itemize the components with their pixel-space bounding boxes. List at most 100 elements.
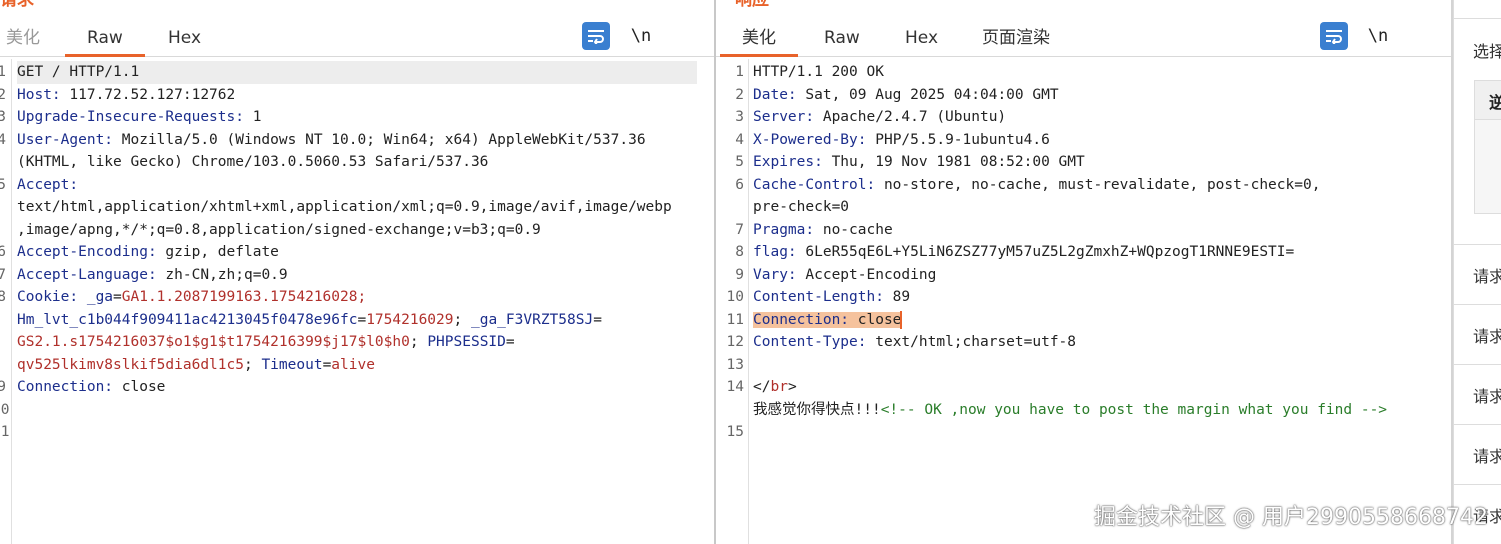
line-text: text/html,application/xhtml+xml,applicat… bbox=[17, 199, 672, 215]
code-line[interactable]: 1 HTTP/1.1 200 OK bbox=[716, 61, 1451, 84]
code-line[interactable]: 7 Accept-Language: zh-CN,zh;q=0.9 bbox=[0, 264, 714, 287]
code-line[interactable]: 11 Connection: close bbox=[716, 309, 1451, 332]
line-number: 4 bbox=[735, 131, 744, 148]
line-number: 15 bbox=[726, 424, 744, 440]
code-line[interactable]: 9 Vary: Accept-Encoding bbox=[716, 264, 1451, 287]
request-tab-pretty[interactable]: 美化 bbox=[6, 26, 40, 50]
code-line[interactable]: pre-check=0 bbox=[716, 196, 1451, 219]
code-line[interactable]: 1 GET / HTTP/1.1 bbox=[0, 61, 714, 84]
line-text: Connection: close bbox=[17, 379, 166, 395]
code-line[interactable]: 我感觉你得快点!!!<!-- OK ,now you have to post … bbox=[716, 399, 1451, 422]
code-line[interactable]: 10 Content-Length: 89 bbox=[716, 286, 1451, 309]
code-line[interactable]: 6 Cache-Control: no-store, no-cache, must… bbox=[716, 174, 1451, 197]
line-number: 6 bbox=[735, 176, 744, 193]
code-line[interactable]: Hm_lvt_c1b044f909411ac4213045f0478e96fc=… bbox=[0, 309, 714, 332]
line-number: 8 bbox=[735, 244, 744, 260]
code-line[interactable]: 15 bbox=[716, 421, 1451, 444]
line-number: 3 bbox=[0, 109, 6, 125]
code-line[interactable]: (KHTML, like Gecko) Chrome/103.0.5060.53… bbox=[0, 151, 714, 174]
side-selection-box: 逆 bbox=[1474, 80, 1501, 214]
line-number: 11 bbox=[726, 311, 744, 328]
code-line[interactable]: 13 bbox=[716, 354, 1451, 377]
line-text: X-Powered-By: PHP/5.5.9-1ubuntu4.6 bbox=[753, 131, 1050, 148]
line-number: 2 bbox=[0, 86, 6, 103]
side-row[interactable]: 请求 bbox=[1454, 424, 1501, 483]
side-row[interactable]: 请求 bbox=[1454, 244, 1501, 303]
code-line[interactable]: ,image/apng,*/*;q=0.8,application/signed… bbox=[0, 219, 714, 242]
line-number: 5 bbox=[0, 176, 6, 193]
code-line[interactable]: 10 bbox=[0, 399, 714, 422]
line-text: Host: 117.72.52.127:12762 bbox=[17, 86, 236, 103]
side-row[interactable]: 请求 bbox=[1454, 304, 1501, 363]
code-line[interactable]: text/html,application/xhtml+xml,applicat… bbox=[0, 196, 714, 219]
code-line[interactable]: 6 Accept-Encoding: gzip, deflate bbox=[0, 241, 714, 264]
line-number: 2 bbox=[735, 86, 744, 103]
line-number: 7 bbox=[735, 221, 744, 238]
line-text: Content-Length: 89 bbox=[753, 289, 911, 305]
code-line[interactable]: 14 </br> bbox=[716, 376, 1451, 399]
watermark: 掘金技术社区 @ 用户2990558668742 bbox=[1094, 505, 1488, 530]
line-text: </br> bbox=[753, 379, 797, 395]
code-line[interactable]: 2 Host: 117.72.52.127:12762 bbox=[0, 84, 714, 107]
code-line[interactable]: 8 flag: 6LeR55qE6L+Y5LiN6ZSZ77yM57uZ5L2gZ… bbox=[716, 241, 1451, 264]
code-line[interactable]: 9 Connection: close bbox=[0, 376, 714, 399]
code-line[interactable]: 4 X-Powered-By: PHP/5.5.9-1ubuntu4.6 bbox=[716, 129, 1451, 152]
line-text: GS2.1.s1754216037$o1$g1$t1754216399$j17$… bbox=[17, 334, 515, 350]
line-text: Server: Apache/2.4.7 (Ubuntu) bbox=[753, 109, 1007, 125]
line-text: Accept-Encoding: gzip, deflate bbox=[17, 244, 279, 260]
code-line[interactable]: 5 Accept: bbox=[0, 174, 714, 197]
line-number: 8 bbox=[0, 289, 6, 305]
text-cursor bbox=[900, 310, 903, 329]
line-text: (KHTML, like Gecko) Chrome/103.0.5060.53… bbox=[17, 154, 489, 170]
code-line[interactable]: 5 Expires: Thu, 19 Nov 1981 08:52:00 GMT bbox=[716, 151, 1451, 174]
line-text: Expires: Thu, 19 Nov 1981 08:52:00 GMT bbox=[753, 154, 1085, 170]
line-number: 4 bbox=[0, 131, 6, 148]
code-line[interactable]: GS2.1.s1754216037$o1$g1$t1754216399$j17$… bbox=[0, 331, 714, 354]
line-text: pre-check=0 bbox=[753, 199, 850, 215]
line-text: User-Agent: Mozilla/5.0 (Windows NT 10.0… bbox=[17, 131, 646, 148]
line-text: Accept: bbox=[17, 176, 79, 193]
code-line[interactable]: 11 bbox=[0, 421, 714, 444]
line-text: HTTP/1.1 200 OK bbox=[753, 64, 884, 80]
code-line[interactable]: qv525lkimv8slkif5dia6dl1c5; Timeout=aliv… bbox=[0, 354, 714, 377]
line-number: 13 bbox=[726, 356, 744, 373]
newline-toggle-button[interactable]: \n bbox=[1367, 22, 1389, 50]
line-text: Upgrade-Insecure-Requests: 1 bbox=[17, 109, 262, 125]
newline-toggle-button[interactable]: \n bbox=[630, 22, 652, 50]
line-text: flag: 6LeR55qE6L+Y5LiN6ZSZ77yM57uZ5L2gZm… bbox=[753, 244, 1295, 260]
menu-icon[interactable] bbox=[1413, 22, 1429, 50]
code-line[interactable]: 7 Pragma: no-cache bbox=[716, 219, 1451, 242]
line-number: 1 bbox=[0, 64, 6, 80]
line-text: 我感觉你得快点!!!<!-- OK ,now you have to post … bbox=[753, 401, 1388, 418]
menu-icon[interactable] bbox=[676, 22, 692, 50]
line-number: 10 bbox=[0, 401, 10, 418]
line-number: 9 bbox=[735, 266, 744, 283]
response-tabs: 美化 Raw Hex 页面渲染 \n bbox=[716, 22, 1451, 57]
code-line[interactable]: 2 Date: Sat, 09 Aug 2025 04:04:00 GMT bbox=[716, 84, 1451, 107]
line-text: Accept-Language: zh-CN,zh;q=0.9 bbox=[17, 266, 288, 283]
line-text: Cache-Control: no-store, no-cache, must-… bbox=[753, 176, 1321, 193]
code-line[interactable]: 3 Upgrade-Insecure-Requests: 1 bbox=[0, 106, 714, 129]
line-text: Cookie: _ga=GA1.1.2087199163.1754216028; bbox=[17, 289, 367, 305]
request-title: 请求 bbox=[0, 0, 34, 10]
code-line[interactable]: 12 Content-Type: text/html;charset=utf-8 bbox=[716, 331, 1451, 354]
wrap-lines-icon[interactable] bbox=[1320, 22, 1348, 50]
line-text: GET / HTTP/1.1 bbox=[17, 64, 140, 80]
response-tab-raw[interactable]: Raw bbox=[824, 26, 860, 50]
code-line[interactable]: 8 Cookie: _ga=GA1.1.2087199163.1754216028… bbox=[0, 286, 714, 309]
line-number: 3 bbox=[735, 109, 744, 125]
request-tab-raw[interactable]: Raw bbox=[65, 26, 145, 57]
request-editor[interactable]: 1 GET / HTTP/1.1 2 Host: 117.72.52.127:1276… bbox=[0, 59, 714, 544]
code-line[interactable]: 4 User-Agent: Mozilla/5.0 (Windows NT 10.… bbox=[0, 129, 714, 152]
side-row[interactable]: 请求 bbox=[1454, 364, 1501, 423]
response-pane: 响应 美化 Raw Hex 页面渲染 \n 1 HTTP/1.1 200 OK 2 D… bbox=[716, 0, 1451, 544]
line-text: Content-Type: text/html;charset=utf-8 bbox=[753, 334, 1077, 350]
response-tab-render[interactable]: 页面渲染 bbox=[982, 26, 1050, 50]
response-editor[interactable]: 1 HTTP/1.1 200 OK 2 Date: Sat, 09 Aug 2025 … bbox=[716, 59, 1451, 544]
wrap-lines-icon[interactable] bbox=[582, 22, 610, 50]
response-tab-pretty[interactable]: 美化 bbox=[720, 26, 798, 57]
response-tab-hex[interactable]: Hex bbox=[905, 26, 938, 50]
code-line[interactable]: 3 Server: Apache/2.4.7 (Ubuntu) bbox=[716, 106, 1451, 129]
line-text: Connection: close bbox=[753, 310, 903, 329]
request-tab-hex[interactable]: Hex bbox=[168, 26, 201, 50]
